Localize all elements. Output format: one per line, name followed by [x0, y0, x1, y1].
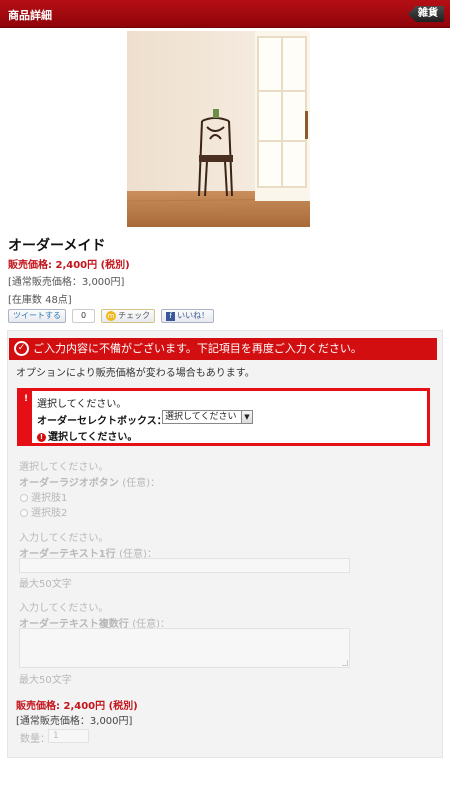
textarea-instruction: 入力してください。 — [19, 603, 109, 614]
tweet-button[interactable]: ツイートする — [8, 309, 66, 323]
textarea-limit: 最大50文字 — [19, 675, 72, 686]
mixi-icon: m — [106, 311, 117, 321]
radio-circle-icon — [20, 494, 28, 502]
order-textarea[interactable] — [19, 628, 350, 668]
radio-option-label: 選択肢1 — [31, 493, 68, 504]
stock-count: [在庫数 48点] — [8, 295, 72, 306]
warning-flag-icon: ! — [20, 391, 32, 443]
radio-label: オーダーラジオボタン (任意)： — [19, 474, 160, 489]
mixi-check-button[interactable]: m チェック — [101, 309, 156, 323]
product-name: オーダーメイド — [8, 238, 106, 254]
product-price: 販売価格: 2,400円 (税別) — [8, 260, 130, 271]
social-buttons: ツイートする 0 m チェック f いいね！ — [8, 309, 215, 323]
quantity-label: 数量： — [20, 734, 50, 745]
mixi-label: チェック — [118, 311, 151, 320]
page-title: 商品詳細 — [8, 9, 52, 22]
facebook-like-button[interactable]: f いいね！ — [161, 309, 215, 323]
select-error: ! 選択してください。 — [37, 428, 137, 443]
error-banner: ✓ ご入力内容に不備がございます。下記項目を再度ご入力ください。 — [9, 338, 437, 360]
form-price: 販売価格: 2,400円 (税別) — [16, 701, 138, 712]
radio-label-text: オーダーラジオボタン — [19, 478, 119, 489]
order-text-input[interactable] — [19, 558, 350, 573]
page-header: 商品詳細 雑貨 — [0, 0, 450, 28]
order-select-box[interactable]: 選択してください ▼ — [162, 410, 253, 424]
resize-handle-icon[interactable] — [342, 660, 348, 666]
select-error-text: 選択してください。 — [48, 432, 138, 443]
error-icon: ! — [37, 433, 46, 442]
product-image — [127, 31, 310, 227]
select-value: 選択してください — [165, 412, 237, 422]
radio-circle-icon — [20, 509, 28, 517]
error-message: ご入力内容に不備がございます。下記項目を再度ご入力ください。 — [33, 342, 362, 355]
facebook-label: いいね！ — [177, 311, 210, 320]
quantity-input[interactable]: 1 — [48, 729, 89, 743]
product-photo-illustration — [127, 31, 310, 227]
select-option-error-box: ! 選択してください。 オーダーセレクトボックス： 選択してください ▼ ! 選択… — [17, 388, 430, 446]
select-instruction: 選択してください。 — [37, 399, 127, 410]
back-button[interactable]: 雑貨 — [408, 6, 444, 22]
radio-option-1[interactable]: 選択肢1 — [20, 489, 67, 504]
select-label: オーダーセレクトボックス： — [37, 416, 167, 427]
radio-option-2[interactable]: 選択肢2 — [20, 504, 67, 519]
form-normal-price: [通常販売価格：3,000円] — [16, 716, 133, 727]
normal-price: [通常販売価格：3,000円] — [8, 277, 125, 288]
text1-instruction: 入力してください。 — [19, 533, 109, 544]
tweet-count: 0 — [72, 309, 96, 323]
radio-option-label: 選択肢2 — [31, 508, 68, 519]
option-note: オプションにより販売価格が変わる場合もあります。 — [16, 368, 255, 379]
check-circle-icon: ✓ — [14, 341, 29, 356]
facebook-icon: f — [166, 312, 176, 321]
radio-instruction: 選択してください。 — [19, 462, 109, 473]
chevron-down-icon[interactable]: ▼ — [241, 411, 252, 423]
radio-optional: (任意)： — [122, 478, 161, 489]
text1-limit: 最大50文字 — [19, 579, 72, 590]
